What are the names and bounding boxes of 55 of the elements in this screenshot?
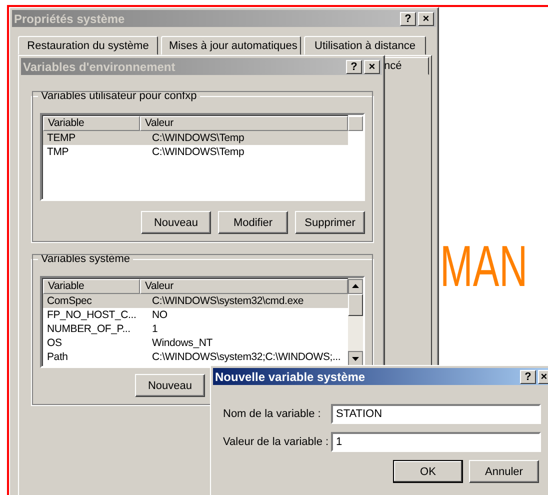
- variable-value: C:\WINDOWS\Temp: [151, 131, 246, 145]
- variable-name: OS: [46, 336, 63, 350]
- column-header[interactable]: Valeur: [140, 279, 348, 294]
- button[interactable]: Supprimer: [295, 211, 365, 234]
- variable-name: TMP: [46, 145, 70, 159]
- variable-name: ComSpec: [46, 294, 93, 308]
- tab[interactable]: Restauration du système: [18, 36, 158, 55]
- tab[interactable]: Utilisation à distance: [304, 36, 426, 55]
- input-field[interactable]: STATION: [331, 404, 541, 424]
- button[interactable]: Nouveau: [135, 374, 205, 397]
- group-label: Variables utilisateur pour confxp: [40, 90, 198, 102]
- variable-value: 1: [151, 322, 159, 336]
- window-title: Propriétés système: [14, 12, 125, 26]
- button[interactable]: Nouveau: [141, 211, 211, 234]
- help-button[interactable]: ?: [346, 60, 362, 74]
- window-title: Nouvelle variable système: [215, 370, 366, 384]
- variable-value: NO: [151, 308, 168, 322]
- list-row[interactable]: FP_NO_HOST_C... NO: [43, 308, 348, 322]
- list-row[interactable]: Path C:\WINDOWS\system32;C:\WINDOWS;...: [43, 350, 348, 364]
- close-button[interactable]: ×: [538, 370, 548, 384]
- button[interactable]: Annuler: [469, 460, 539, 483]
- input-field[interactable]: 1: [331, 432, 541, 452]
- variable-value: C:\WINDOWS\system32\cmd.exe: [151, 294, 305, 308]
- scroll-down-icon[interactable]: [348, 351, 363, 366]
- column-header[interactable]: Variable: [43, 279, 140, 294]
- column-header[interactable]: Valeur: [140, 116, 348, 131]
- list-row[interactable]: TMP C:\WINDOWS\Temp: [43, 145, 348, 159]
- scroll-thumb[interactable]: [348, 294, 363, 316]
- banner-text: MAN: [440, 238, 528, 296]
- field-label: Valeur de la variable :: [223, 436, 330, 448]
- column-header[interactable]: [348, 116, 363, 131]
- list-row[interactable]: TEMP C:\WINDOWS\Temp: [43, 131, 348, 145]
- close-button[interactable]: ×: [364, 60, 380, 74]
- window-title: Variables d'environnement: [23, 60, 176, 74]
- field-label: Nom de la variable :: [223, 408, 322, 420]
- close-button[interactable]: ×: [418, 12, 434, 26]
- variable-name: Path: [46, 350, 69, 364]
- list-row[interactable]: ComSpec C:\WINDOWS\system32\cmd.exe: [43, 294, 348, 308]
- group-label: Variables système: [40, 253, 132, 265]
- scrollbar[interactable]: [348, 278, 363, 366]
- variable-value: Windows_NT: [151, 336, 214, 350]
- help-button[interactable]: ?: [520, 370, 536, 384]
- help-button[interactable]: ?: [400, 12, 416, 26]
- list-row[interactable]: OS Windows_NT: [43, 336, 348, 350]
- variable-name: TEMP: [46, 131, 76, 145]
- list-row[interactable]: NUMBER_OF_P... 1: [43, 322, 348, 336]
- column-header[interactable]: Variable: [43, 116, 140, 131]
- variable-value: C:\WINDOWS\Temp: [151, 145, 246, 159]
- variable-value: C:\WINDOWS\system32;C:\WINDOWS;...: [151, 350, 342, 364]
- button[interactable]: Modifier: [218, 211, 288, 234]
- scroll-up-icon[interactable]: [348, 279, 363, 294]
- variable-name: NUMBER_OF_P...: [46, 322, 132, 336]
- variable-name: FP_NO_HOST_C...: [46, 308, 138, 322]
- button[interactable]: OK: [393, 460, 463, 483]
- tab[interactable]: Mises à jour automatiques: [161, 36, 301, 55]
